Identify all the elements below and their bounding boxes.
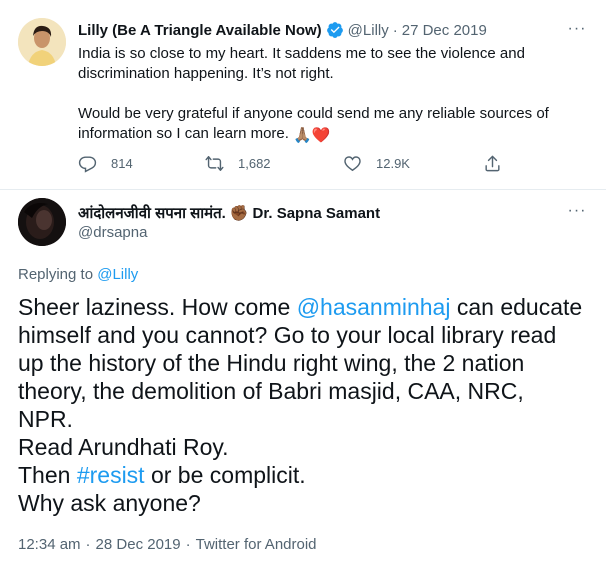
reply-text-fragment: can educate (450, 294, 583, 320)
reply-line: theory, the demolition of Babri masjid, … (18, 378, 524, 404)
tweet-meta: 12:34 am · 28 Dec 2019 · Twitter for Android (18, 536, 317, 553)
reply-line: Sheer laziness. How come @hasanminhaj ca… (18, 293, 588, 321)
reply-line: up the history of the Hindu right wing, … (18, 350, 525, 376)
reply-line: himself and you cannot? Go to your local… (18, 322, 557, 348)
author-name-english: Dr. Sapna Samant (252, 204, 381, 222)
reply-text-fragment: or be complicit. (144, 462, 306, 488)
parent-tweet[interactable]: Lilly (Be A Triangle Available Now) @Lil… (0, 0, 606, 190)
reply-button[interactable]: 814 (78, 154, 133, 173)
raised-fist-emoji: ✊🏾 (229, 205, 249, 222)
author-handle[interactable]: @Lilly (348, 22, 389, 39)
tweet-paragraph: Would be very grateful if anyone could s… (78, 104, 583, 146)
reply-line: NPR. (18, 406, 73, 432)
like-button[interactable]: 12.9K (343, 154, 410, 173)
replying-to-label: Replying to (18, 266, 98, 283)
reply-line: Then #resist or be complicit. (18, 461, 588, 489)
reply-text-fragment: Then (18, 462, 77, 488)
reply-text: Sheer laziness. How come @hasanminhaj ca… (18, 293, 588, 517)
mention-link[interactable]: @hasanminhaj (297, 294, 451, 320)
author-handle[interactable]: @drsapna (78, 224, 147, 241)
author-name[interactable]: Lilly (Be A Triangle Available Now) (78, 22, 322, 39)
avatar[interactable] (18, 18, 66, 66)
share-icon (485, 155, 500, 172)
tweet-header: Lilly (Be A Triangle Available Now) @Lil… (78, 20, 487, 40)
share-button[interactable] (483, 154, 516, 173)
reply-author-line[interactable]: आंदोलनजीवी सपना सामंत. ✊🏾 Dr. Sapna Sama… (78, 203, 380, 223)
like-count: 12.9K (376, 156, 410, 171)
avatar[interactable] (18, 198, 66, 246)
reply-text-fragment: Sheer laziness. How come (18, 294, 297, 320)
more-icon[interactable]: ··· (567, 21, 587, 44)
praying-hands-emoji: 🙏🏽 (293, 127, 312, 144)
separator-dot: · (85, 536, 91, 553)
red-heart-emoji: ❤️ (311, 127, 331, 144)
reply-line: Why ask anyone? (18, 490, 201, 516)
tweet-text: India is so close to my heart. It sadden… (78, 44, 583, 146)
reply-line: Read Arundhati Roy. (18, 434, 229, 460)
separator-dot: · (392, 21, 398, 39)
tweet-paragraph: India is so close to my heart. It sadden… (78, 45, 525, 82)
tweet-date[interactable]: 27 Dec 2019 (402, 22, 487, 39)
retweet-icon (205, 156, 224, 171)
verified-badge-icon (326, 22, 343, 38)
like-icon (344, 156, 361, 172)
reply-icon (78, 156, 97, 173)
tweet-actions: 814 1,682 12.9K (78, 154, 518, 178)
tweet-date[interactable]: 28 Dec 2019 (96, 536, 181, 553)
replying-to: Replying to @Lilly (18, 266, 138, 283)
tweet-time[interactable]: 12:34 am (18, 536, 81, 553)
separator-dot: · (185, 536, 191, 553)
reply-count: 814 (111, 156, 133, 171)
retweet-count: 1,682 (238, 156, 271, 171)
replying-to-handle-link[interactable]: @Lilly (97, 266, 138, 283)
more-icon[interactable]: ··· (567, 203, 587, 226)
hashtag-link[interactable]: #resist (77, 462, 145, 488)
tweet-client[interactable]: Twitter for Android (196, 536, 317, 553)
retweet-button[interactable]: 1,682 (205, 154, 271, 173)
author-name: आंदोलनजीवी सपना सामंत. (78, 205, 226, 222)
